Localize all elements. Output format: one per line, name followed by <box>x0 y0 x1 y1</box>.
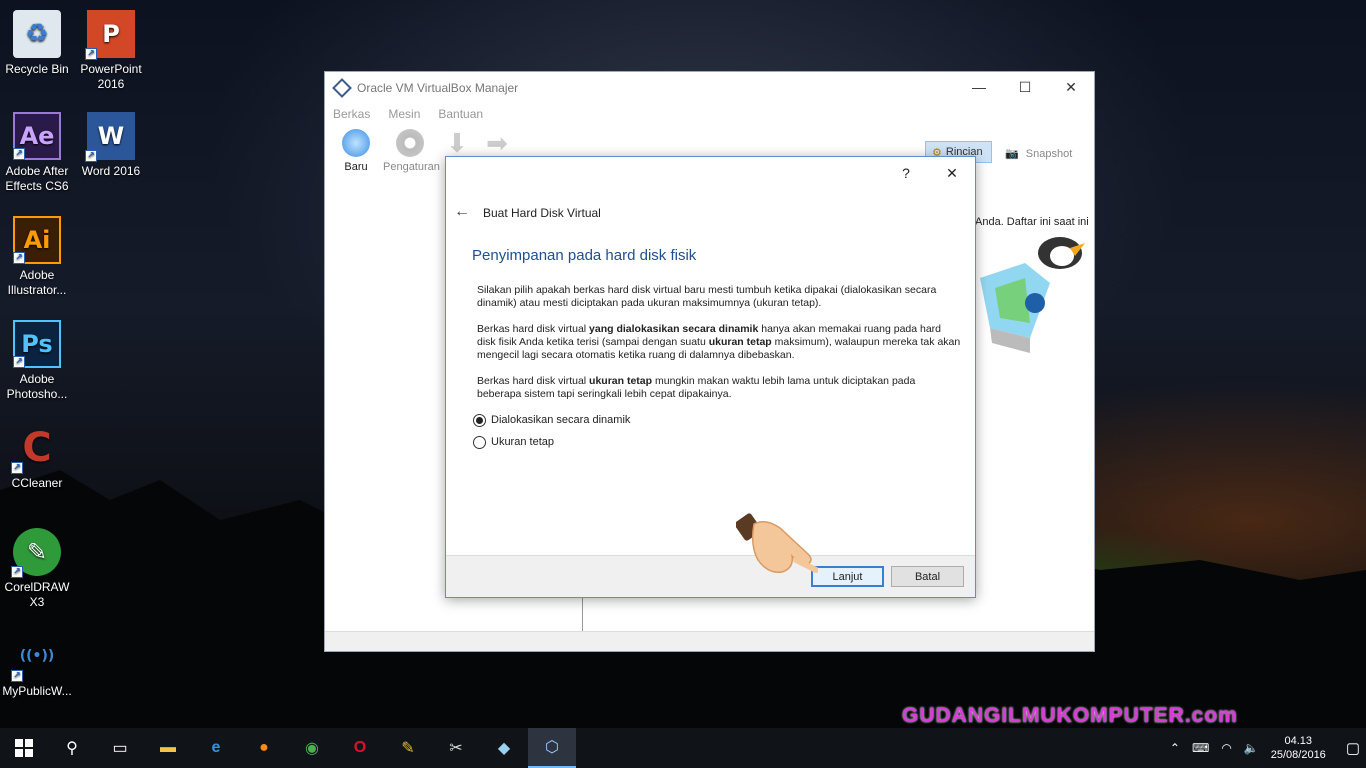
virtualbox-mascot-illustration <box>980 237 1085 353</box>
desktop-icon-label: CCleaner <box>11 476 63 490</box>
close-button[interactable]: ✕ <box>1048 72 1094 102</box>
gear-icon <box>396 129 424 157</box>
cancel-button[interactable]: Batal <box>891 566 964 587</box>
settings-button[interactable]: Pengaturan <box>383 125 440 173</box>
desktop-icon-label: Recycle Bin <box>5 62 69 76</box>
photoshop-icon: Ps ↗ <box>13 320 61 368</box>
desktop-icon-ccleaner[interactable]: C ↗ CCleaner <box>0 424 74 491</box>
task-view-icon[interactable]: ▭ <box>96 728 144 768</box>
desktop-icon-label: Adobe Illustrator... <box>7 268 67 297</box>
menu-bantuan[interactable]: Bantuan <box>438 107 483 121</box>
window-controls: — ☐ ✕ <box>956 72 1094 102</box>
arrow-down-icon: ⬇ <box>446 128 468 158</box>
new-sun-icon <box>342 129 370 157</box>
keyboard-icon[interactable]: ⌨ <box>1192 741 1209 755</box>
desktop-icon-powerpoint[interactable]: P ↗ PowerPoint 2016 <box>74 10 148 92</box>
desktop-icon-label: PowerPoint 2016 <box>80 62 142 91</box>
new-vm-button[interactable]: Baru <box>329 125 383 173</box>
desktop-icon-photoshop[interactable]: Ps ↗ Adobe Photosho... <box>0 320 74 402</box>
chevron-up-icon[interactable]: ⌃ <box>1170 741 1180 755</box>
coreldraw-icon: ✎ ↗ <box>11 528 61 578</box>
description-paragraph-3: Berkas hard disk virtual ukuran tetap mu… <box>477 375 916 400</box>
dialog-controls: ? ✕ <box>883 157 975 189</box>
desktop-icon-label: MyPublicW... <box>2 684 72 698</box>
snipping-tool-icon[interactable]: ✂ <box>432 728 480 768</box>
menu-berkas[interactable]: Berkas <box>333 107 370 121</box>
search-icon[interactable]: ⚲ <box>48 728 96 768</box>
camera-icon: 📷 <box>1005 148 1019 160</box>
windows-logo-icon <box>15 739 33 757</box>
dialog-footer: Lanjut Batal <box>446 555 975 597</box>
window-title: Oracle VM VirtualBox Manajer <box>357 80 519 95</box>
radio-unselected-icon[interactable] <box>473 436 486 449</box>
radio-selected-icon[interactable] <box>473 414 486 427</box>
status-bar <box>325 631 1094 651</box>
next-button[interactable]: Lanjut <box>811 566 884 587</box>
back-arrow-icon[interactable]: ← <box>454 203 470 221</box>
maximize-button[interactable]: ☐ <box>1002 72 1048 102</box>
dialog-title: Buat Hard Disk Virtual <box>483 206 601 220</box>
option-fixed-radio[interactable]: Ukuran tetap <box>473 436 962 449</box>
desktop-icon-coreldraw[interactable]: ✎ ↗ CorelDRAW X3 <box>0 528 74 610</box>
recycle-bin-icon: ♻ <box>13 10 61 58</box>
desktop-icon-word[interactable]: W ↗ Word 2016 <box>74 112 148 179</box>
after-effects-icon: Ae ↗ <box>13 112 61 160</box>
word-icon: W ↗ <box>85 112 135 162</box>
clock[interactable]: 04.13 25/08/2016 <box>1271 734 1326 762</box>
taskbar: ⚲ ▭ ▬ e ● ◉ O ✎ ✂ ◆ ⬡ ⌃ ⌨ ◠ 🔈 04.13 25/0… <box>0 728 1366 768</box>
file-explorer-icon[interactable]: ▬ <box>144 728 192 768</box>
desktop-icon-illustrator[interactable]: Ai ↗ Adobe Illustrator... <box>0 216 74 298</box>
dialog-close-button[interactable]: ✕ <box>929 157 975 189</box>
wifi-antenna-icon: ((•)) ↗ <box>11 632 61 682</box>
snapshot-tab-button[interactable]: 📷 Snapshot <box>1005 147 1072 160</box>
desktop-icon-label: Adobe Photosho... <box>6 372 68 401</box>
menu-bar: Berkas Mesin Bantuan <box>325 103 1094 125</box>
option-dynamic-radio[interactable]: Dialokasikan secara dinamik <box>473 414 962 427</box>
wifi-icon[interactable]: ◠ <box>1221 741 1231 755</box>
option-dynamic-label: Dialokasikan secara dinamik <box>491 414 631 426</box>
paint-icon[interactable]: ✎ <box>384 728 432 768</box>
virtualbox-app-icon <box>332 77 352 98</box>
notes-app-icon[interactable]: ◆ <box>480 728 528 768</box>
powerpoint-icon: P ↗ <box>85 10 135 60</box>
clock-date: 25/08/2016 <box>1270 749 1326 761</box>
clock-time: 04.13 <box>1284 735 1313 747</box>
chrome-icon[interactable]: ◉ <box>288 728 336 768</box>
system-tray: ⌃ ⌨ ◠ 🔈 04.13 25/08/2016 ▢ <box>1164 728 1366 768</box>
desktop-icon-after-effects[interactable]: Ae ↗ Adobe After Effects CS6 <box>0 112 74 194</box>
arrow-right-icon: ➡ <box>486 128 508 158</box>
option-fixed-label: Ukuran tetap <box>491 436 554 448</box>
watermark-text: GUDANGILMUKOMPUTER.com <box>902 704 1238 727</box>
menu-mesin[interactable]: Mesin <box>388 107 420 121</box>
help-button[interactable]: ? <box>883 157 929 189</box>
notification-icon[interactable]: ▢ <box>1346 739 1360 757</box>
firefox-icon[interactable]: ● <box>240 728 288 768</box>
description-paragraph-1: Silakan pilih apakah berkas hard disk vi… <box>477 284 937 309</box>
start-button[interactable] <box>0 728 48 768</box>
dialog-body: Silakan pilih apakah berkas hard disk vi… <box>473 284 962 458</box>
desktop-icon-mypublicwifi[interactable]: ((•)) ↗ MyPublicW... <box>0 632 74 699</box>
volume-icon[interactable]: 🔈 <box>1244 741 1259 755</box>
desktop-icon-recycle-bin[interactable]: ♻ Recycle Bin <box>0 10 74 77</box>
opera-icon[interactable]: O <box>336 728 384 768</box>
desktop-icon-label: Word 2016 <box>81 164 141 178</box>
illustrator-icon: Ai ↗ <box>13 216 61 264</box>
pointing-hand-icon <box>736 513 818 573</box>
desktop-icon-label: CorelDRAW X3 <box>4 580 70 609</box>
desktop-icon-label: Adobe After Effects CS6 <box>5 164 69 193</box>
create-virtual-hard-disk-dialog: ? ✕ ← Buat Hard Disk Virtual Penyimpanan… <box>445 156 976 598</box>
ccleaner-icon: C ↗ <box>11 424 61 474</box>
edge-browser-icon[interactable]: e <box>192 728 240 768</box>
minimize-button[interactable]: — <box>956 72 1002 102</box>
page-heading: Penyimpanan pada hard disk fisik <box>472 247 697 264</box>
welcome-text: Anda. Daftar ini saat ini <box>975 216 1089 228</box>
description-paragraph-2: Berkas hard disk virtual yang dialokasik… <box>477 323 961 361</box>
virtualbox-taskbar-icon[interactable]: ⬡ <box>528 728 576 768</box>
